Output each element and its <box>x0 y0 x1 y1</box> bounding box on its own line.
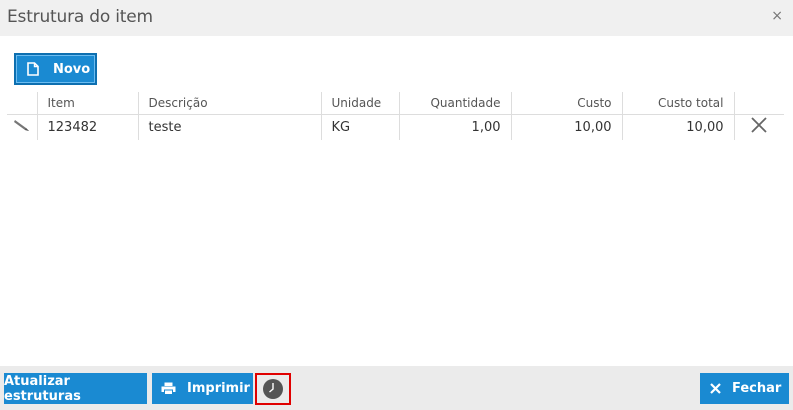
column-header-descricao[interactable]: Descrição <box>137 92 321 115</box>
cell-descricao: teste <box>137 114 321 140</box>
cell-quantidade: 1,00 <box>398 114 511 140</box>
dialog-title: Estrutura do item <box>7 7 153 27</box>
column-header-custo[interactable]: Custo <box>510 92 622 115</box>
column-header-item[interactable]: Item <box>36 92 138 115</box>
column-header-edit <box>7 92 37 115</box>
imprimir-label: Imprimir <box>187 381 250 396</box>
close-icon <box>710 383 721 394</box>
atualizar-estruturas-label: Atualizar estruturas <box>4 373 81 404</box>
file-icon <box>27 62 39 76</box>
cell-item: 123482 <box>36 114 138 140</box>
fechar-label: Fechar <box>732 381 782 396</box>
column-header-quantidade[interactable]: Quantidade <box>398 92 511 115</box>
pencil-icon[interactable] <box>13 118 31 132</box>
novo-button-label: Novo <box>53 61 91 77</box>
atualizar-estruturas-button[interactable]: Atualizar estruturas <box>4 373 147 404</box>
cell-custo: 10,00 <box>510 114 622 140</box>
cell-custo-total: 10,00 <box>621 114 734 140</box>
table-header-row: Item Descrição Unidade Quantidade Custo … <box>7 92 784 115</box>
dialog-footer: Atualizar estruturas Imprimir Fechar <box>0 366 793 410</box>
printer-icon <box>161 382 176 395</box>
close-icon[interactable]: × <box>771 8 783 24</box>
cell-unidade: KG <box>320 114 399 140</box>
column-header-custo-total[interactable]: Custo total <box>621 92 734 115</box>
dialog-header: Estrutura do item × <box>0 0 793 36</box>
clock-icon <box>263 379 283 399</box>
structure-table: Item Descrição Unidade Quantidade Custo … <box>7 92 784 140</box>
history-button[interactable] <box>255 373 291 405</box>
structure-dialog: Estrutura do item × Novo Item Descrição … <box>0 0 793 410</box>
close-icon[interactable] <box>750 116 768 134</box>
edit-cell[interactable] <box>7 114 37 140</box>
delete-cell[interactable] <box>733 114 784 140</box>
table-row[interactable]: 123482 teste KG 1,00 10,00 10,00 <box>7 114 784 140</box>
column-header-unidade[interactable]: Unidade <box>320 92 399 115</box>
column-header-delete <box>733 92 784 115</box>
novo-button[interactable]: Novo <box>14 53 97 85</box>
imprimir-button[interactable]: Imprimir <box>152 373 253 404</box>
fechar-button[interactable]: Fechar <box>700 373 789 404</box>
